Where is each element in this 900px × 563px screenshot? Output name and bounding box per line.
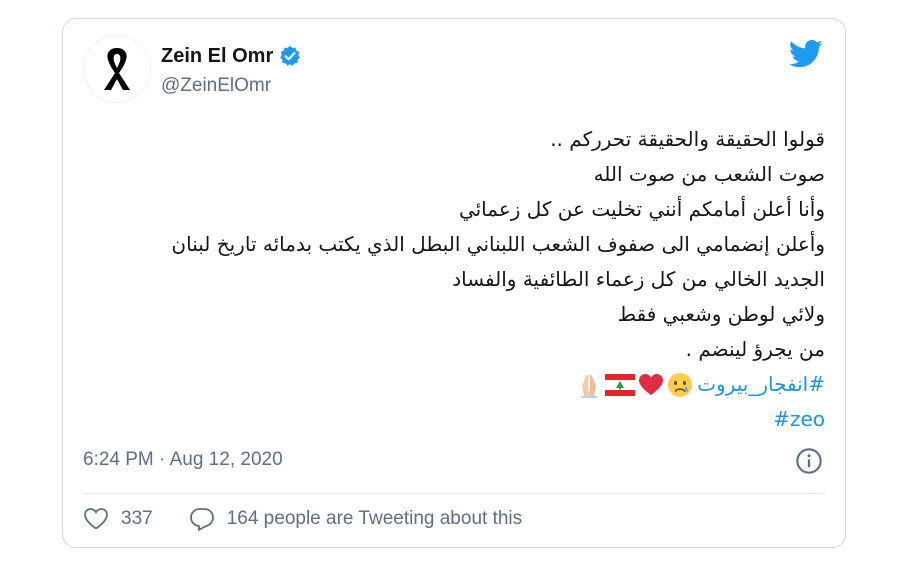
reply-tweeting-about-link[interactable]: 164 people are Tweeting about this	[189, 507, 522, 531]
hashtag-line: #انفجار_بيروت	[105, 367, 825, 402]
tweet-card[interactable]: Zein El Omr @ZeinElOmr قولوا الحقيقة وال…	[62, 18, 846, 548]
tweet-text: قولوا الحقيقة والحقيقة تحرركم .. صوت الش…	[105, 122, 825, 437]
divider	[83, 493, 825, 494]
lebanon-flag-emoji	[605, 373, 636, 396]
hashtag-zeo[interactable]: #zeo	[105, 402, 825, 437]
display-name[interactable]: Zein El Omr	[161, 45, 273, 68]
tweet-line: قولوا الحقيقة والحقيقة تحرركم ..	[550, 127, 825, 151]
author-block: Zein El Omr @ZeinElOmr	[161, 43, 301, 97]
heart-outline-icon	[84, 508, 108, 530]
verified-badge-icon	[280, 45, 301, 66]
tweeting-about-text: 164 people are Tweeting about this	[226, 508, 523, 529]
user-handle[interactable]: @ZeinElOmr	[161, 75, 301, 97]
tweet-line: وأعلن إنضمامي الى صفوف الشعب اللبناني ال…	[171, 232, 825, 256]
hashtag-beirut-explosion[interactable]: #انفجار_بيروت	[697, 367, 825, 402]
name-row: Zein El Omr	[161, 43, 301, 69]
black-ribbon-icon	[104, 48, 130, 90]
like-count: 337	[121, 508, 153, 529]
avatar[interactable]	[83, 35, 151, 103]
red-heart-emoji	[639, 373, 664, 395]
tweet-line: الجديد الخالي من كل زعماء الطائفية والفس…	[452, 267, 825, 291]
crying-face-emoji	[668, 372, 693, 397]
tweet-line: ولائي لوطن وشعبي فقط	[617, 302, 825, 326]
emoji-group	[576, 372, 693, 398]
tweet-line: وأنا أعلن أمامكم أنني تخليت عن كل زعمائي	[458, 197, 825, 221]
tweet-timestamp[interactable]: 6:24 PM · Aug 12, 2020	[83, 449, 283, 471]
speech-bubble-icon	[189, 508, 214, 531]
twitter-bird-icon[interactable]	[789, 39, 823, 69]
tweet-line: من يجرؤ لينضم .	[685, 337, 825, 361]
action-bar: 337 164 people are Tweeting about this	[83, 507, 522, 531]
tweet-line: صوت الشعب من صوت الله	[593, 162, 825, 186]
like-button[interactable]: 337	[83, 507, 153, 531]
folded-hands-emoji	[581, 374, 598, 398]
info-icon[interactable]	[795, 447, 823, 475]
